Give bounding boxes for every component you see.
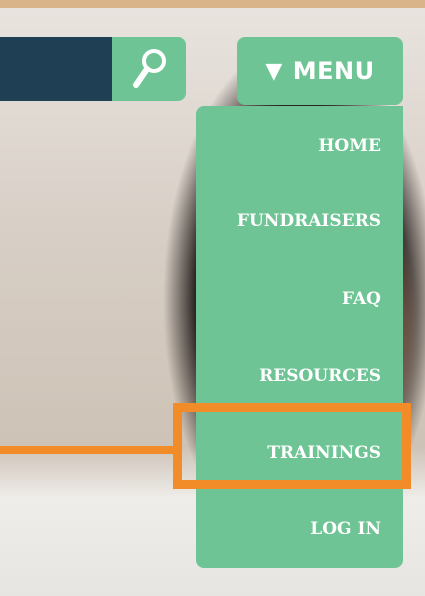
magnifier-icon [133, 49, 166, 88]
menu-item-fundraisers[interactable]: FUNDRAISERS [237, 211, 381, 231]
menu-item-home[interactable]: HOME [318, 136, 381, 156]
menu-item-resources[interactable]: RESOURCES [259, 366, 381, 386]
triangle-down-icon: ▼ [265, 58, 283, 84]
highlight-box [173, 403, 411, 489]
highlight-pointer-line [0, 446, 173, 454]
menu-dropdown: HOME FUNDRAISERS FAQ RESOURCES TRAININGS… [196, 106, 403, 568]
menu-button[interactable]: ▼ MENU [237, 37, 403, 105]
menu-item-faq[interactable]: FAQ [342, 289, 381, 309]
top-strip [0, 0, 425, 8]
menu-button-label: MENU [292, 57, 375, 85]
menu-item-log-in[interactable]: LOG IN [310, 519, 381, 539]
search-button[interactable] [112, 37, 186, 101]
search-input[interactable] [0, 37, 112, 101]
